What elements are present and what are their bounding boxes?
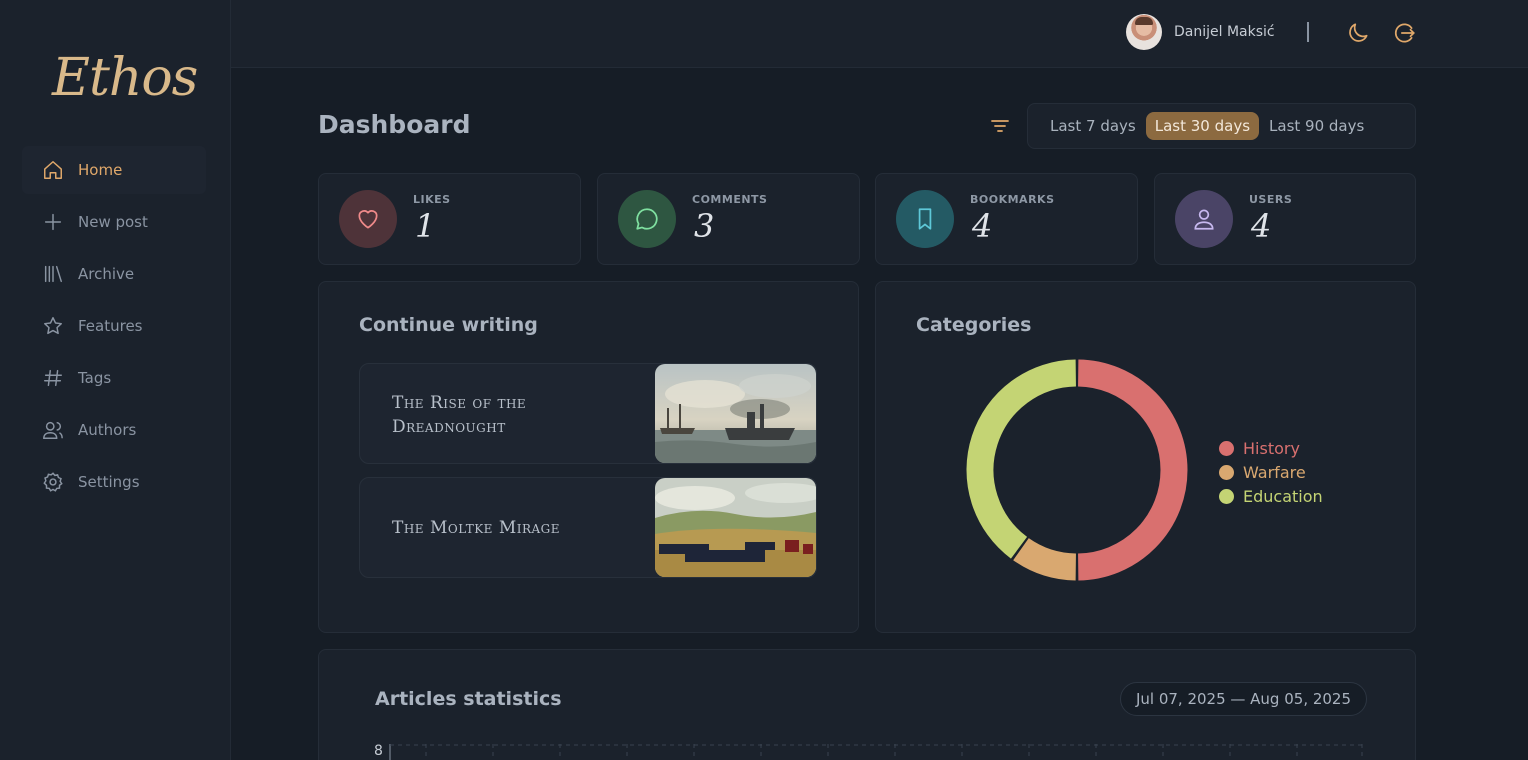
post-title: The Moltke Mirage	[392, 518, 561, 538]
heart-icon	[339, 190, 397, 248]
user-name[interactable]: Danijel Maksić	[1174, 24, 1275, 40]
stat-label: USERS	[1249, 193, 1293, 206]
sidebar-item-settings[interactable]: Settings	[22, 458, 206, 506]
panel-title: Articles statistics	[375, 688, 562, 710]
legend-swatch	[1219, 488, 1234, 504]
chat-icon	[618, 190, 676, 248]
continue-writing-panel: Continue writing The Rise of the Dreadno…	[318, 281, 859, 633]
hash-icon	[42, 367, 64, 389]
sidebar-item-label: Tags	[78, 369, 112, 387]
post-title: The Rise of the Dreadnought	[392, 393, 527, 437]
bookmark-icon	[896, 190, 954, 248]
page-title: Dashboard	[318, 110, 471, 139]
panel-title: Categories	[916, 314, 1032, 336]
legend-item-education[interactable]: Education	[1219, 484, 1323, 508]
user-icon	[1175, 190, 1233, 248]
range-30-days-button[interactable]: Last 30 days	[1145, 112, 1260, 140]
stat-value: 4	[1251, 207, 1272, 245]
sidebar-item-archive[interactable]: Archive	[22, 250, 206, 298]
legend-swatch	[1219, 440, 1234, 456]
star-icon	[42, 315, 64, 337]
filter-icon[interactable]	[988, 114, 1012, 138]
sidebar-item-features[interactable]: Features	[22, 302, 206, 350]
stat-card-bookmarks: BOOKMARKS 4	[875, 173, 1138, 265]
topbar: Danijel Maksić	[231, 0, 1528, 68]
post-thumbnail-battleship	[655, 364, 816, 463]
legend-item-history[interactable]: History	[1219, 436, 1323, 460]
divider	[1307, 22, 1309, 42]
sidebar-item-label: Features	[78, 317, 143, 335]
sidebar-item-label: Authors	[78, 421, 137, 439]
y-axis-tick: 8	[374, 743, 383, 759]
plus-icon	[42, 211, 64, 233]
range-90-days-button[interactable]: Last 90 days	[1260, 112, 1373, 140]
moon-icon[interactable]	[1345, 20, 1371, 46]
stat-value: 3	[694, 207, 715, 245]
sidebar-item-label: New post	[78, 213, 148, 231]
sidebar-item-label: Home	[78, 161, 123, 179]
panel-title: Continue writing	[359, 314, 538, 336]
donut-slice-education[interactable]	[966, 359, 1077, 559]
stat-value: 1	[415, 207, 436, 245]
legend-swatch	[1219, 464, 1234, 480]
statistics-grid	[389, 744, 1363, 760]
app-logo[interactable]: Ethos	[52, 48, 198, 108]
draft-post-card[interactable]: The Rise of the Dreadnought	[359, 363, 817, 464]
stat-card-likes: LIKES 1	[318, 173, 581, 265]
date-range-selector: Last 7 days Last 30 days Last 90 days	[1027, 103, 1416, 149]
home-icon	[42, 159, 64, 181]
stat-label: COMMENTS	[692, 193, 768, 206]
logout-icon[interactable]	[1391, 20, 1417, 46]
legend-label: History	[1243, 438, 1300, 458]
stat-card-users: USERS 4	[1154, 173, 1416, 265]
stat-label: LIKES	[413, 193, 451, 206]
sidebar: Ethos Home New post Archive Features Tag…	[0, 0, 231, 760]
archive-icon	[42, 263, 64, 285]
legend-label: Warfare	[1243, 462, 1306, 482]
categories-donut-chart	[966, 359, 1188, 581]
stat-card-comments: COMMENTS 3	[597, 173, 860, 265]
sidebar-item-label: Settings	[78, 473, 140, 491]
statistics-date-range[interactable]: Jul 07, 2025 — Aug 05, 2025	[1120, 682, 1367, 716]
sidebar-item-new-post[interactable]: New post	[22, 198, 206, 246]
donut-slice-history[interactable]	[1077, 359, 1188, 581]
sidebar-nav: Home New post Archive Features Tags Auth…	[22, 146, 206, 510]
sidebar-item-home[interactable]: Home	[22, 146, 206, 194]
range-7-days-button[interactable]: Last 7 days	[1041, 112, 1145, 140]
sidebar-item-label: Archive	[78, 265, 135, 283]
legend-label: Education	[1243, 486, 1323, 506]
chart-legend: History Warfare Education	[1219, 436, 1323, 508]
gear-icon	[42, 471, 64, 493]
stat-value: 4	[972, 207, 993, 245]
stat-label: BOOKMARKS	[970, 193, 1055, 206]
legend-item-warfare[interactable]: Warfare	[1219, 460, 1323, 484]
sidebar-item-tags[interactable]: Tags	[22, 354, 206, 402]
draft-post-card[interactable]: The Moltke Mirage	[359, 477, 817, 578]
sidebar-item-authors[interactable]: Authors	[22, 406, 206, 454]
post-thumbnail-battlefield	[655, 478, 816, 577]
users-icon	[42, 419, 64, 441]
avatar[interactable]	[1126, 14, 1162, 50]
donut-slice-warfare[interactable]	[1013, 537, 1077, 581]
